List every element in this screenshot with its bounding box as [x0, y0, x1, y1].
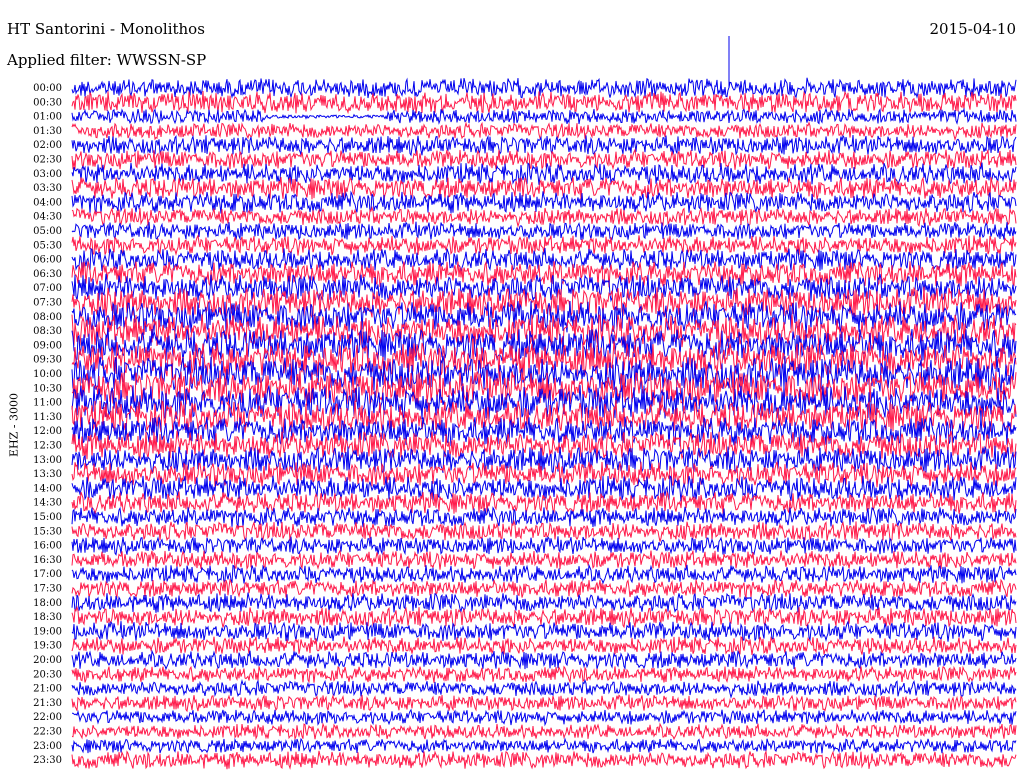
trace-row: [71, 592, 1017, 614]
trace-row: [71, 649, 1017, 671]
time-label: 05:30: [33, 240, 62, 251]
time-label: 13:00: [33, 455, 62, 466]
time-label: 23:00: [33, 741, 62, 752]
trace-row: [72, 708, 1017, 727]
time-label: 00:00: [33, 83, 62, 94]
time-label: 20:30: [33, 669, 62, 680]
time-label: 17:00: [33, 569, 62, 580]
trace-row: [71, 722, 1017, 741]
trace-row: [71, 563, 1017, 585]
time-label: 15:00: [33, 512, 62, 523]
trace-row: [71, 519, 1017, 542]
trace-row: [71, 535, 1017, 556]
time-label: 14:30: [33, 498, 62, 509]
trace-row: [71, 549, 1017, 571]
time-label: 03:30: [33, 183, 62, 194]
trace-row: [71, 107, 1017, 125]
time-label: 10:00: [33, 369, 62, 380]
time-label: 10:30: [33, 383, 62, 394]
time-label: 11:00: [33, 398, 62, 409]
trace-row: [71, 221, 1017, 241]
trace-row: [71, 678, 1017, 699]
time-label: 14:00: [33, 483, 62, 494]
time-label: 11:30: [33, 412, 62, 423]
time-label: 16:00: [33, 541, 62, 552]
time-label: 07:00: [33, 283, 62, 294]
time-label: 19:00: [33, 626, 62, 637]
time-label: 12:30: [33, 441, 62, 452]
time-label: 08:30: [33, 326, 62, 337]
time-label: 06:00: [33, 255, 62, 266]
time-label: 19:30: [33, 641, 62, 652]
trace-row: [71, 90, 1017, 115]
time-label: 23:30: [33, 755, 62, 766]
time-label: 21:00: [33, 684, 62, 695]
time-label: 16:30: [33, 555, 62, 566]
time-label: 08:00: [33, 312, 62, 323]
time-label: 18:30: [33, 612, 62, 623]
time-label: 03:00: [33, 169, 62, 180]
trace-row: [71, 578, 1017, 599]
time-label: 02:30: [33, 155, 62, 166]
time-label: 09:30: [33, 355, 62, 366]
time-label: 07:30: [33, 298, 62, 309]
seismogram-plot: 00:00 00:30 01:00 01:30 02:00 02:30 03:00 03:30…: [33, 36, 1017, 770]
trace-row: [71, 749, 1017, 770]
trace-row: [71, 737, 1017, 754]
time-label: 20:00: [33, 655, 62, 666]
time-label: 04:30: [33, 212, 62, 223]
time-label: 05:00: [33, 226, 62, 237]
time-label: 22:30: [33, 727, 62, 738]
time-label: 06:30: [33, 269, 62, 280]
trace-row: [71, 121, 1017, 142]
time-label: 17:30: [33, 584, 62, 595]
time-label: 01:30: [33, 126, 62, 137]
time-label: 04:00: [33, 197, 62, 208]
trace-row: [71, 693, 1017, 713]
trace-row: [71, 205, 1017, 229]
time-label: 15:30: [33, 526, 62, 537]
time-label: 09:00: [33, 340, 62, 351]
trace-row: [71, 77, 1017, 99]
time-label: 22:00: [33, 712, 62, 723]
trace-row: [71, 665, 1017, 684]
time-label: 12:00: [33, 426, 62, 437]
time-label: 01:00: [33, 112, 62, 123]
time-label: 21:30: [33, 698, 62, 709]
time-label: 13:30: [33, 469, 62, 480]
time-label: 18:00: [33, 598, 62, 609]
trace-row: [71, 134, 1017, 157]
time-label: 00:30: [33, 97, 62, 108]
time-label: 02:00: [33, 140, 62, 151]
